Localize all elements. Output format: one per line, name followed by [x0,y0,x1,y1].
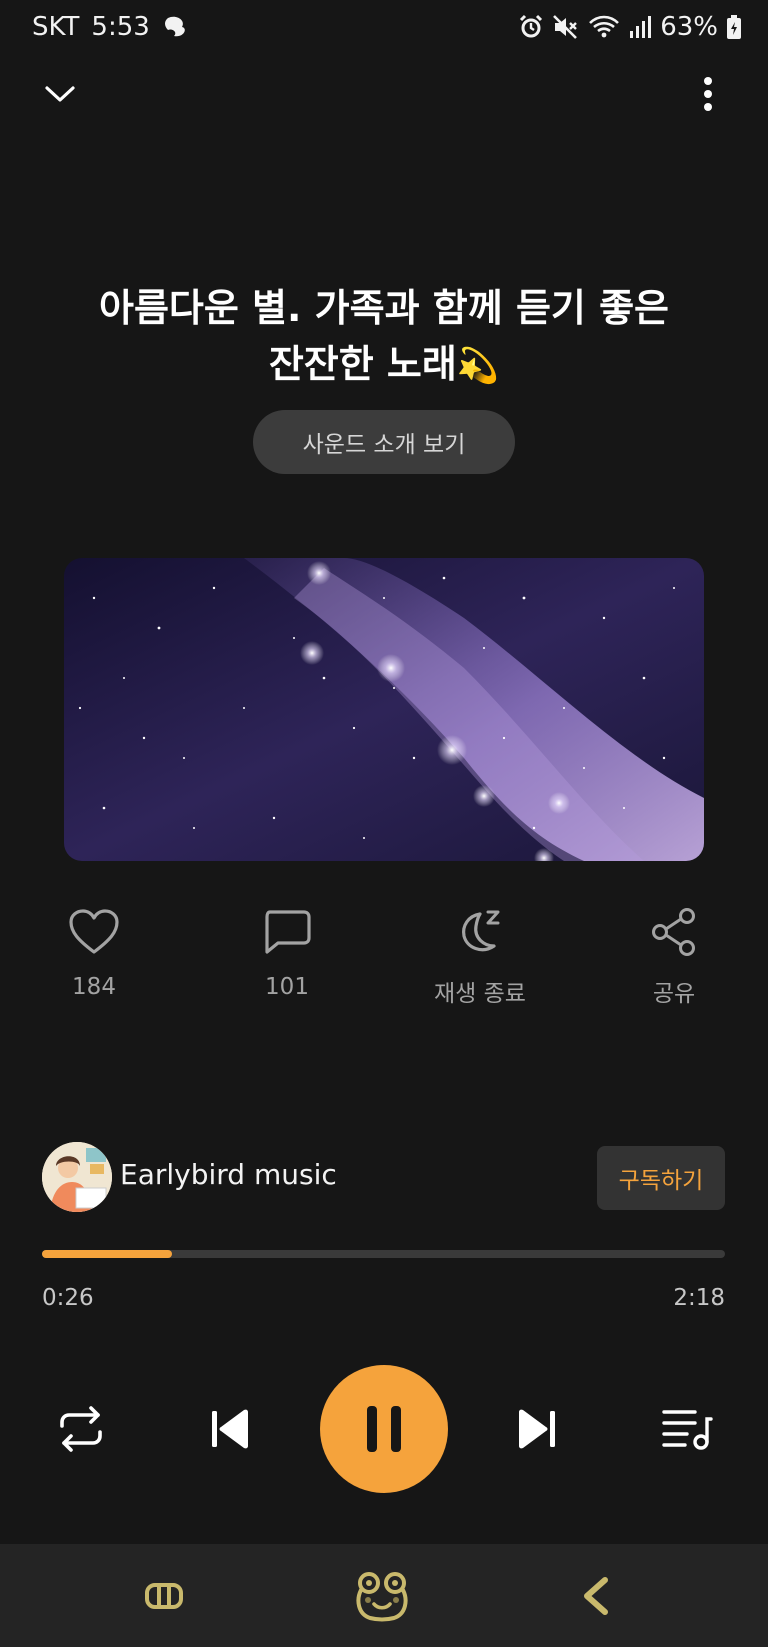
pause-icon [367,1406,401,1452]
track-title-line2: 잔잔한 노래💫 [60,336,708,394]
share-label: 공유 [652,981,696,1007]
sleep-icon-wrap [448,900,512,964]
playlist-icon [662,1410,713,1450]
back-icon [584,1577,608,1615]
skip-next-icon [519,1409,555,1449]
skip-previous-icon [212,1409,248,1449]
home-button[interactable] [350,1564,414,1628]
share-action[interactable]: 공유 [594,900,754,1010]
clock: 5:53 [91,12,150,42]
pause-button[interactable] [320,1365,448,1493]
channel-name[interactable]: Earlybird music [120,1158,337,1191]
collapse-button[interactable] [36,70,84,118]
milky-way-image [64,558,704,861]
status-left: SKT 5:53 [32,12,190,42]
next-button[interactable] [497,1389,577,1469]
like-count: 184 [72,974,116,1000]
wifi-icon [588,14,620,40]
recent-apps-button[interactable] [132,1564,196,1628]
progress-bar[interactable] [42,1250,725,1258]
share-icon [652,908,695,956]
status-bar: SKT 5:53 63% [0,0,768,60]
battery-percent: 63% [660,12,718,42]
home-frog-icon [356,1572,408,1622]
subscribe-button[interactable]: 구독하기 [597,1146,725,1210]
total-time: 2:18 [673,1285,725,1311]
alarm-icon [518,14,544,40]
notification-icon [162,14,190,40]
sound-intro-button[interactable]: 사운드 소개 보기 [253,410,515,474]
channel-avatar-image [42,1142,112,1212]
repeat-icon [60,1406,102,1452]
dizzy-emoji: 💫 [456,346,500,386]
more-vertical-icon [704,77,712,111]
progress-fill [42,1250,172,1258]
track-title-line2-text: 잔잔한 노래 [268,342,457,386]
current-time: 0:26 [42,1285,94,1311]
repeat-button[interactable] [41,1389,121,1469]
back-button[interactable] [564,1564,628,1628]
album-artwork [64,558,704,861]
comment-count: 101 [265,974,309,1000]
carrier-label: SKT [32,12,80,42]
previous-button[interactable] [190,1389,270,1469]
track-title: 아름다운 별. 가족과 함께 듣기 좋은 잔잔한 노래💫 [60,280,708,394]
sleep-timer-label: 재생 종료 [434,981,526,1007]
like-action[interactable]: 184 [14,900,174,1010]
status-right: 63% [518,12,742,42]
like-icon-wrap [62,900,126,964]
system-nav-bar [0,1544,768,1647]
moon-sleep-icon [462,910,500,952]
battery-icon [726,14,742,40]
heart-icon [69,909,119,954]
comment-icon-wrap [255,900,319,964]
signal-icon [628,14,652,40]
comment-action[interactable]: 101 [207,900,367,1010]
more-options-button[interactable] [684,70,732,118]
playlist-button[interactable] [647,1389,727,1469]
comment-icon [265,910,311,954]
recent-apps-icon [145,1583,183,1609]
sleep-timer-action[interactable]: 재생 종료 [400,900,560,1010]
chevron-down-icon [45,86,75,102]
mute-icon [552,14,580,40]
track-title-line1: 아름다운 별. 가족과 함께 듣기 좋은 [98,286,670,330]
share-icon-wrap [642,900,706,964]
channel-avatar[interactable] [42,1142,112,1212]
